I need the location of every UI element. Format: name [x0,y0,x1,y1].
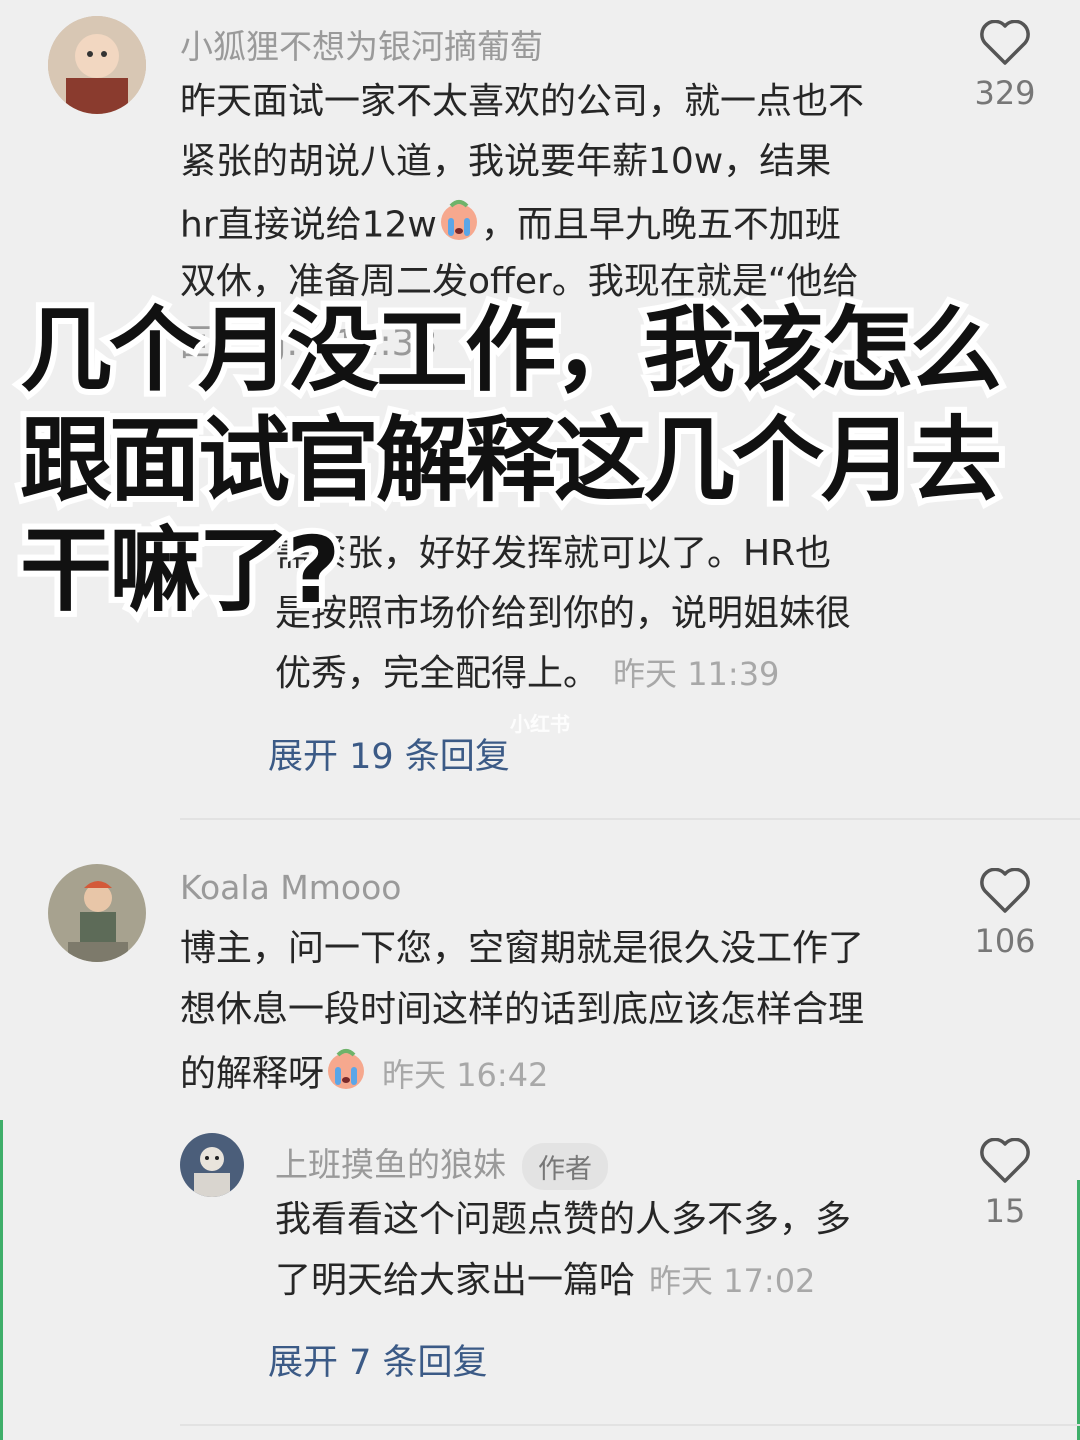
left-edge-stripe [0,1120,3,1440]
like-count: 106 [974,922,1036,960]
reply-text-line: 了明天给大家出一篇哈 昨天 17:02 [275,1257,815,1305]
comment-text-line: 想休息一段时间这样的话到底应该怎样合理 [180,989,865,1030]
like-count: 329 [974,74,1036,112]
reply-username[interactable]: 上班摸鱼的狼妹 作者 [275,1138,608,1190]
reply-text-line: 是按照市场价给到你的，说明姐妹很 [275,593,852,634]
author-badge: 作者 [522,1143,608,1190]
like-button[interactable]: 15 [955,1138,1055,1230]
comment-text-line: hr直接说给12w ，而且早九晚五不加班 [180,198,841,255]
crying-emoji-icon [324,1047,368,1104]
like-count: 15 [984,1192,1026,1230]
comment-text-segment: 的解释呀 [180,1053,325,1095]
overlay-title-line: 几个月没工作，我该怎么 [14,291,1008,410]
avatar[interactable] [180,1133,244,1197]
overlay-title-line: 干嘛了? [14,511,346,630]
watermark: 小红书 [510,712,570,736]
reply-text-line: 优秀，完全配得上。 昨天 11:39 [275,650,779,698]
expand-replies-link[interactable]: 展开 7 条回复 [268,1334,488,1385]
divider [180,1424,1080,1426]
reply-text-line: 需紧张，好好发挥就可以了。HR也 [275,533,832,574]
comment-text-segment: ，而且早九晚五不加班 [480,204,841,246]
comment-username[interactable]: Koala Mmooo [180,868,401,907]
avatar[interactable] [48,864,146,962]
reply-text-segment: 了明天给大家出一篇哈 [275,1260,636,1301]
like-button[interactable]: 329 [955,20,1055,112]
heart-outline-icon [980,1138,1030,1183]
reply-timestamp: 昨天 11:39 [613,655,780,693]
avatar[interactable] [48,16,146,114]
like-button[interactable]: 106 [955,868,1055,960]
reply-username-text: 上班摸鱼的狼妹 [275,1145,506,1184]
overlay-title-line: 跟面试官解释这几个月去 [14,401,1008,520]
comment-text-segment: hr直接说给12w [180,204,437,246]
heart-outline-icon [980,20,1030,65]
reply-timestamp: 昨天 17:02 [649,1262,816,1300]
comment-username[interactable]: 小狐狸不想为银河摘葡萄 [180,20,543,68]
comment-text-line: 博主，问一下您，空窗期就是很久没工作了 [180,928,865,969]
reply-text-line: 我看看这个问题点赞的人多不多，多 [275,1199,852,1240]
comment-text-line: 昨天面试一家不太喜欢的公司，就一点也不 [180,81,865,122]
divider [180,818,1080,820]
expand-replies-link[interactable]: 展开 19 条回复 [268,728,510,779]
crying-emoji-icon [437,198,481,255]
comment-text-line: 的解释呀 昨天 16:42 [180,1047,548,1104]
heart-outline-icon [980,868,1030,913]
reply-text-segment: 优秀，完全配得上。 [275,653,600,694]
comment-timestamp: 昨天 16:42 [382,1055,549,1094]
comment-text-line: 紧张的胡说八道，我说要年薪10w，结果 [180,141,832,182]
